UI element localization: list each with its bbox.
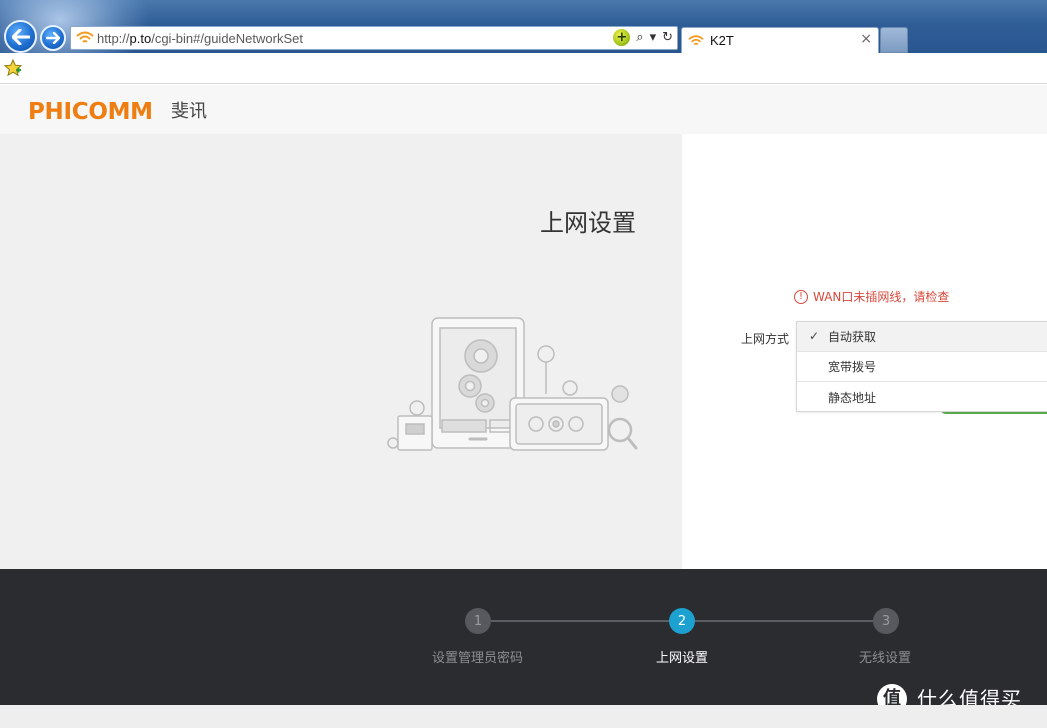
compatibility-view-icon[interactable]: + <box>613 29 631 46</box>
forward-button[interactable] <box>40 25 66 51</box>
wifi-icon <box>688 34 704 45</box>
address-url[interactable]: http://p.to/cgi-bin#/guideNetworkSet <box>97 31 303 46</box>
wifi-icon <box>76 31 94 43</box>
new-tab-button[interactable] <box>880 27 908 53</box>
step-connector <box>491 620 669 622</box>
option-label: 自动获取 <box>828 330 877 344</box>
bottom-strip <box>0 705 1047 728</box>
step-1-label: 设置管理员密码 <box>432 651 524 666</box>
option-static[interactable]: 静态地址 <box>797 382 1047 412</box>
option-label: 静态地址 <box>828 390 877 405</box>
step-connector <box>695 620 873 622</box>
option-label: 宽带拨号 <box>828 360 877 374</box>
warning-icon: ! <box>794 289 808 304</box>
url-path: /cgi-bin#/guideNetworkSet <box>151 30 303 46</box>
step-2-label: 上网设置 <box>656 651 709 666</box>
page-header <box>0 85 1047 134</box>
address-tools: + ⌕ ▾ ↻ <box>613 29 673 46</box>
favorites-bar <box>0 53 1047 84</box>
favorites-star-icon[interactable] <box>4 59 22 77</box>
step-3-label: 无线设置 <box>859 651 912 666</box>
tab-title: K2T <box>710 33 734 48</box>
check-icon: ✓ <box>809 329 820 343</box>
wan-warning: ! WAN口未插网线，请检查 <box>794 288 949 305</box>
address-bar[interactable]: http://p.to/cgi-bin#/guideNetworkSet + ⌕… <box>70 26 678 50</box>
back-button[interactable] <box>4 20 37 53</box>
logo-chinese: 斐讯 <box>171 101 207 122</box>
step-2-indicator: 2 <box>669 608 695 634</box>
connection-type-label: 上网方式 <box>741 332 790 346</box>
refresh-icon[interactable]: ↻ <box>662 31 673 44</box>
network-devices-illustration <box>387 317 638 451</box>
step-3-indicator: 3 <box>873 608 899 634</box>
phicomm-logo: PHICOMM <box>28 99 153 125</box>
url-host: p.to <box>129 30 152 46</box>
step-1-indicator: 1 <box>465 608 491 634</box>
browser-tab[interactable]: K2T × <box>681 27 879 53</box>
warning-text: WAN口未插网线，请检查 <box>813 290 950 304</box>
connection-type-dropdown[interactable]: ✓ 自动获取 宽带拨号 静态地址 <box>796 321 1047 412</box>
arrow-right-icon <box>46 32 60 44</box>
arrow-left-icon <box>11 28 30 45</box>
option-auto[interactable]: ✓ 自动获取 <box>797 322 1047 352</box>
url-prefix: http:// <box>97 30 130 46</box>
close-icon[interactable]: × <box>860 32 872 46</box>
search-icon[interactable]: ⌕ <box>636 31 643 44</box>
page-title: 上网设置 <box>540 209 636 237</box>
option-pppoe[interactable]: 宽带拨号 <box>797 352 1047 382</box>
chevron-down-icon[interactable]: ▾ <box>650 31 657 44</box>
